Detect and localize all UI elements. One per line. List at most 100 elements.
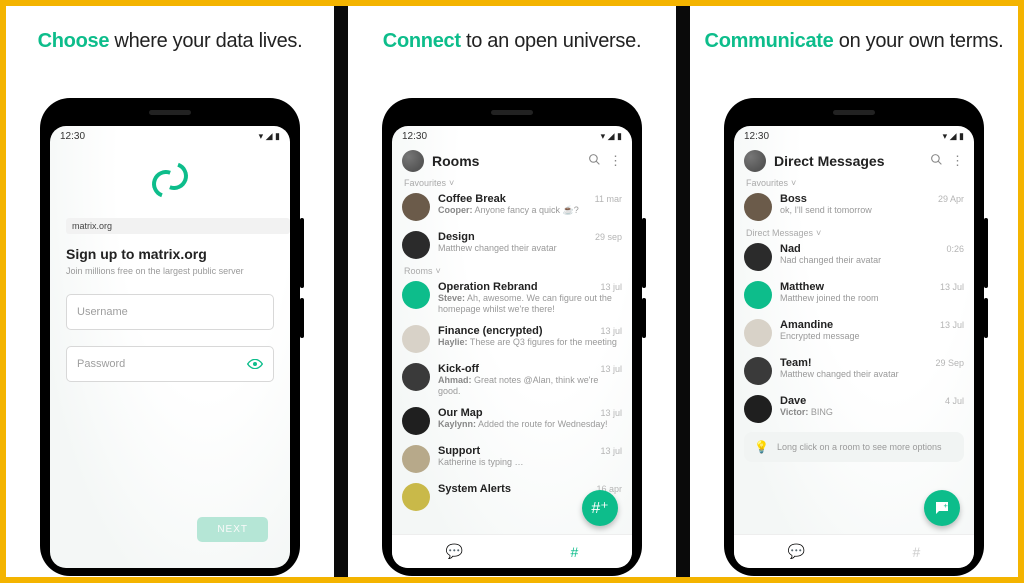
item-name: Operation Rebrand: [438, 281, 538, 293]
section-dm[interactable]: Direct Messages ˅: [734, 226, 974, 238]
svg-text:+: +: [944, 501, 949, 510]
item-date: 13 Jul: [940, 282, 964, 292]
bottom-nav: 💬 #: [734, 534, 974, 568]
item-date: 13 jul: [600, 446, 622, 456]
chevron-down-icon: ˅: [791, 178, 796, 188]
item-message: Encrypted message: [780, 331, 964, 342]
fab-new-room[interactable]: #⁺: [582, 490, 618, 526]
chevron-down-icon: ˅: [816, 228, 821, 238]
next-button[interactable]: NEXT: [197, 517, 268, 542]
overflow-icon[interactable]: ⋮: [951, 153, 964, 169]
item-name: Nad: [780, 243, 801, 255]
item-message: Cooper: Anyone fancy a quick ☕?: [438, 205, 622, 216]
list-item[interactable]: Support13 julKatherine is typing …: [392, 440, 632, 478]
overflow-icon[interactable]: ⋮: [609, 153, 622, 169]
chevron-down-icon: ˅: [436, 266, 441, 276]
avatar: [744, 243, 772, 271]
status-icons: ▾ ◢ ▮: [259, 131, 280, 142]
bottom-nav: 💬 #: [392, 534, 632, 568]
list-item[interactable]: Amandine13 JulEncrypted message: [734, 314, 974, 352]
item-name: Our Map: [438, 407, 483, 419]
item-date: 13 jul: [600, 282, 622, 292]
item-date: 4 Jul: [945, 396, 964, 406]
item-message: Katherine is typing …: [438, 457, 622, 468]
item-name: Team!: [780, 357, 812, 369]
screen-title: Rooms: [432, 153, 580, 169]
item-date: 29 Apr: [938, 194, 964, 204]
list-item[interactable]: Operation Rebrand 13 julSteve: Ah, awesom…: [392, 276, 632, 320]
nav-dm-icon[interactable]: 💬: [446, 543, 463, 560]
list-item[interactable]: Kick-off13 julAhmad: Great notes @Alan, …: [392, 358, 632, 402]
nav-dm-icon[interactable]: 💬: [788, 543, 805, 560]
hint-banner: 💡 Long click on a room to see more optio…: [744, 432, 964, 462]
list-item[interactable]: Nad 0:26Nad changed their avatar: [734, 238, 974, 276]
status-bar: 12:30 ▾ ◢ ▮: [392, 126, 632, 144]
item-message: Nad changed their avatar: [780, 255, 964, 266]
section-favourites[interactable]: Favourites ˅: [734, 176, 974, 188]
phone-mockup: 12:30 ▾ ◢ ▮ matrix.org Sign up to matrix…: [40, 98, 300, 576]
phone-mockup: 12:30 ▾ ◢ ▮ Rooms ⋮ Favourites ˅ Coffee …: [382, 98, 642, 576]
section-rooms[interactable]: Rooms ˅: [392, 264, 632, 276]
item-message: Ahmad: Great notes @Alan, think we're go…: [438, 375, 622, 397]
username-placeholder: Username: [77, 306, 128, 318]
search-icon[interactable]: [930, 153, 943, 169]
item-message: Steve: Ah, awesome. We can figure out th…: [438, 293, 622, 315]
list-item[interactable]: Our Map 13 julKaylynn: Added the route fo…: [392, 402, 632, 440]
headline-1: Choose where your data lives.: [38, 28, 303, 80]
avatar: [402, 363, 430, 391]
screen-title: Direct Messages: [774, 153, 922, 169]
avatar: [744, 395, 772, 423]
item-name: Design: [438, 231, 475, 243]
item-message: Matthew changed their avatar: [780, 369, 964, 380]
item-name: Matthew: [780, 281, 824, 293]
headline-2: Connect to an open universe.: [383, 28, 641, 80]
nav-rooms-icon[interactable]: #: [913, 544, 921, 560]
list-item[interactable]: Design29 sepMatthew changed their avatar: [392, 226, 632, 264]
avatar: [402, 445, 430, 473]
item-message: Haylie: These are Q3 figures for the mee…: [438, 337, 622, 348]
item-message: Kaylynn: Added the route for Wednesday!: [438, 419, 622, 430]
item-date: 13 Jul: [940, 320, 964, 330]
nav-rooms-icon[interactable]: #: [571, 544, 579, 560]
fab-new-chat[interactable]: +: [924, 490, 960, 526]
avatar: [402, 281, 430, 309]
section-favourites[interactable]: Favourites ˅: [392, 176, 632, 188]
password-field[interactable]: Password: [66, 346, 274, 382]
item-name: System Alerts: [438, 483, 511, 495]
promo-panel-2: Connect to an open universe. 12:30 ▾ ◢ ▮…: [334, 6, 676, 577]
item-name: Kick-off: [438, 363, 479, 375]
avatar: [744, 319, 772, 347]
app-logo-icon: [152, 162, 188, 198]
promo-panel-3: Communicate on your own terms. 12:30 ▾ ◢…: [676, 6, 1018, 577]
avatar: [744, 357, 772, 385]
signup-title: Sign up to matrix.org: [66, 246, 274, 262]
self-avatar[interactable]: [744, 150, 766, 172]
headline-3: Communicate on your own terms.: [705, 28, 1004, 80]
list-item[interactable]: Team!29 SepMatthew changed their avatar: [734, 352, 974, 390]
item-message: Matthew changed their avatar: [438, 243, 622, 254]
item-name: Dave: [780, 395, 806, 407]
item-date: 13 jul: [600, 326, 622, 336]
list-item[interactable]: Boss 29 Aprok, I'll send it tomorrow: [734, 188, 974, 226]
item-message: ok, I'll send it tomorrow: [780, 205, 964, 216]
list-item[interactable]: Finance (encrypted)13 julHaylie: These a…: [392, 320, 632, 358]
server-chip[interactable]: matrix.org: [66, 218, 290, 234]
item-name: Boss: [780, 193, 807, 205]
item-date: 13 jul: [600, 408, 622, 418]
avatar: [402, 231, 430, 259]
phone-mockup: 12:30 ▾ ◢ ▮ Direct Messages ⋮ Favourites…: [724, 98, 984, 576]
chevron-down-icon: ˅: [449, 178, 454, 188]
status-bar: 12:30 ▾ ◢ ▮: [50, 126, 290, 144]
avatar: [744, 281, 772, 309]
list-item[interactable]: Matthew13 JulMatthew joined the room: [734, 276, 974, 314]
status-bar: 12:30 ▾ ◢ ▮: [734, 126, 974, 144]
eye-icon[interactable]: [247, 359, 263, 369]
self-avatar[interactable]: [402, 150, 424, 172]
item-date: 0:26: [946, 244, 964, 254]
list-item[interactable]: Dave4 JulVictor: BING: [734, 390, 974, 428]
signup-subtitle: Join millions free on the largest public…: [66, 266, 274, 276]
list-item[interactable]: Coffee Break11 marCooper: Anyone fancy a…: [392, 188, 632, 226]
search-icon[interactable]: [588, 153, 601, 169]
status-time: 12:30: [60, 131, 85, 142]
username-field[interactable]: Username: [66, 294, 274, 330]
